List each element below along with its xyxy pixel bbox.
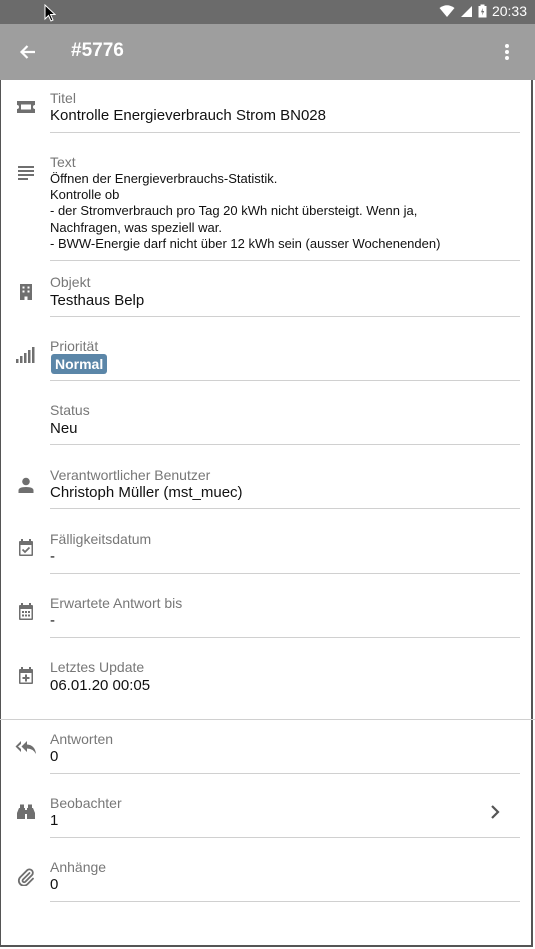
field-label: Status <box>50 402 90 418</box>
field-value: Christoph Müller (mst_muec) <box>50 484 243 501</box>
more-vert-icon <box>505 44 509 60</box>
field-label: Verantwortlicher Benutzer <box>50 467 211 483</box>
divider <box>50 637 520 638</box>
field-value: - <box>50 612 55 629</box>
divider <box>50 132 520 133</box>
person-icon <box>15 474 37 496</box>
field-value: Neu <box>50 420 78 437</box>
field-value: 0 <box>50 748 59 765</box>
back-button[interactable] <box>12 36 44 68</box>
app-bar: #5776 <box>0 24 535 80</box>
field-label: Objekt <box>50 274 91 290</box>
page-title: #5776 <box>71 40 124 61</box>
priority-badge: Normal <box>51 354 108 374</box>
field-value: 1 <box>50 812 59 829</box>
status-bar: 20:33 <box>0 0 535 24</box>
building-icon <box>15 281 37 303</box>
divider <box>50 444 520 445</box>
field-label: Letztes Update <box>50 659 145 675</box>
overflow-menu-button[interactable] <box>497 37 517 67</box>
wifi-icon <box>439 4 455 17</box>
divider <box>50 380 520 381</box>
text-lines-icon <box>15 162 37 184</box>
field-value: 06.01.20 00:05 <box>50 677 151 694</box>
divider <box>50 573 520 574</box>
binoculars-icon <box>15 801 37 823</box>
field-value: Kontrolle Energieverbrauch Strom BN028 <box>50 107 326 124</box>
field-label: Erwartete Antwort bis <box>50 595 183 611</box>
field-label: Priorität <box>50 338 99 354</box>
field-label: Fälligkeitsdatum <box>50 531 152 547</box>
divider <box>50 901 520 902</box>
status-time: 20:33 <box>491 3 527 19</box>
divider <box>50 837 520 838</box>
field-value: Testhaus Belp <box>50 292 145 309</box>
divider <box>50 260 520 261</box>
calendar-plus-icon <box>15 665 37 687</box>
field-value: Öffnen der Energieverbrauchs-Statistik. … <box>50 171 441 251</box>
calendar-icon <box>15 601 37 623</box>
field-label: Titel <box>50 90 76 106</box>
chevron-right-icon[interactable] <box>487 802 503 822</box>
field-label: Text <box>50 154 76 170</box>
field-label: Antworten <box>50 731 114 747</box>
divider <box>50 316 520 317</box>
divider <box>50 773 520 774</box>
arrow-left-icon <box>19 45 35 59</box>
field-label: Beobachter <box>50 795 122 811</box>
section-divider <box>0 719 535 720</box>
field-value: - <box>50 548 55 565</box>
divider <box>50 508 520 509</box>
cell-signal-icon <box>460 5 472 17</box>
field-value: 0 <box>50 876 59 893</box>
paperclip-icon <box>15 866 37 888</box>
battery-icon <box>478 4 487 18</box>
reply-all-icon <box>15 737 37 759</box>
field-label: Anhänge <box>50 859 107 875</box>
calendar-check-icon <box>15 537 37 559</box>
ticket-icon <box>15 96 37 118</box>
mouse-cursor-icon <box>44 4 56 22</box>
signal-icon <box>15 344 37 366</box>
